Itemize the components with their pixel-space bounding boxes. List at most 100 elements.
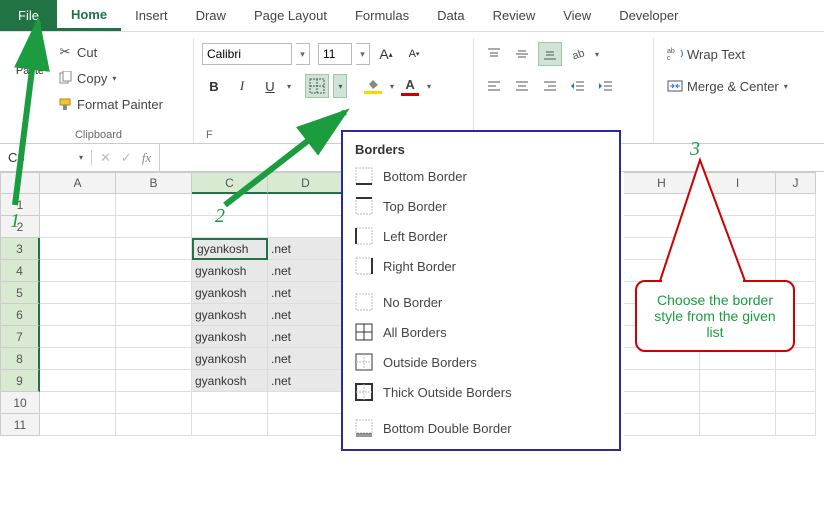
- row-header[interactable]: 2: [0, 216, 40, 238]
- menu-right-border[interactable]: Right Border: [345, 251, 617, 281]
- cell[interactable]: [40, 260, 116, 282]
- cell[interactable]: [776, 216, 816, 238]
- cell[interactable]: [268, 216, 344, 238]
- row-header[interactable]: 3: [0, 238, 40, 260]
- cell[interactable]: [116, 216, 192, 238]
- decrease-font-button[interactable]: A▾: [402, 42, 426, 66]
- cell[interactable]: [624, 414, 700, 436]
- fx-icon[interactable]: fx: [142, 150, 151, 166]
- cell[interactable]: [40, 348, 116, 370]
- borders-dropdown[interactable]: ▾: [333, 74, 347, 98]
- cell[interactable]: [116, 282, 192, 304]
- cell[interactable]: [116, 326, 192, 348]
- col-header-d[interactable]: D: [268, 172, 344, 194]
- italic-button[interactable]: I: [230, 74, 254, 98]
- align-middle-button[interactable]: [510, 42, 534, 66]
- cell[interactable]: [192, 216, 268, 238]
- align-bottom-button[interactable]: [538, 42, 562, 66]
- cell[interactable]: [116, 414, 192, 436]
- tab-home[interactable]: Home: [57, 1, 121, 31]
- select-all-corner[interactable]: [0, 172, 40, 194]
- cell[interactable]: [700, 414, 776, 436]
- cell[interactable]: [776, 370, 816, 392]
- menu-outside-borders[interactable]: Outside Borders: [345, 347, 617, 377]
- fill-color-button[interactable]: [361, 74, 385, 98]
- menu-thick-outside-borders[interactable]: Thick Outside Borders: [345, 377, 617, 407]
- cell[interactable]: .net: [268, 348, 344, 370]
- cell[interactable]: [116, 194, 192, 216]
- cell[interactable]: [700, 238, 776, 260]
- underline-button[interactable]: U: [258, 74, 282, 98]
- cell[interactable]: [776, 414, 816, 436]
- menu-top-border[interactable]: Top Border: [345, 191, 617, 221]
- align-top-button[interactable]: [482, 42, 506, 66]
- col-header-c[interactable]: C: [192, 172, 268, 194]
- cell[interactable]: [624, 216, 700, 238]
- cell[interactable]: [776, 392, 816, 414]
- menu-no-border[interactable]: No Border: [345, 287, 617, 317]
- cell[interactable]: gyankosh: [192, 304, 268, 326]
- cell[interactable]: .net: [268, 370, 344, 392]
- cell[interactable]: [116, 370, 192, 392]
- merge-center-button[interactable]: Merge & Center ▾: [662, 74, 793, 98]
- cell[interactable]: [268, 194, 344, 216]
- underline-dropdown[interactable]: ▾: [287, 82, 291, 91]
- tab-formulas[interactable]: Formulas: [341, 2, 423, 29]
- wrap-text-button[interactable]: abc Wrap Text: [662, 42, 750, 66]
- cell[interactable]: [116, 348, 192, 370]
- bold-button[interactable]: B: [202, 74, 226, 98]
- cell[interactable]: [624, 260, 700, 282]
- cell[interactable]: [268, 392, 344, 414]
- menu-bottom-border[interactable]: Bottom Border: [345, 161, 617, 191]
- cell[interactable]: [192, 392, 268, 414]
- cell[interactable]: gyankosh: [192, 238, 268, 260]
- name-box[interactable]: C3 ▾: [0, 150, 92, 165]
- font-color-dropdown[interactable]: ▾: [427, 82, 431, 91]
- cell[interactable]: [624, 392, 700, 414]
- cell[interactable]: [40, 392, 116, 414]
- align-left-button[interactable]: [482, 74, 506, 98]
- enter-formula-icon[interactable]: ✓: [121, 150, 132, 166]
- format-painter-button[interactable]: Format Painter: [52, 92, 168, 116]
- tab-developer[interactable]: Developer: [605, 2, 692, 29]
- tab-draw[interactable]: Draw: [182, 2, 240, 29]
- cell[interactable]: [700, 370, 776, 392]
- cell[interactable]: [40, 304, 116, 326]
- col-header-i[interactable]: I: [700, 172, 776, 194]
- increase-font-button[interactable]: A▴: [374, 42, 398, 66]
- cell[interactable]: [40, 216, 116, 238]
- cut-button[interactable]: ✂ Cut: [52, 40, 168, 64]
- col-header-j[interactable]: J: [776, 172, 816, 194]
- font-name-dropdown[interactable]: ▾: [296, 43, 310, 65]
- tab-file[interactable]: File: [0, 0, 57, 31]
- cell[interactable]: [116, 392, 192, 414]
- decrease-indent-button[interactable]: [566, 74, 590, 98]
- cell[interactable]: [268, 414, 344, 436]
- menu-all-borders[interactable]: All Borders: [345, 317, 617, 347]
- font-size-input[interactable]: [318, 43, 352, 65]
- cell[interactable]: [40, 238, 116, 260]
- menu-bottom-double-border[interactable]: Bottom Double Border: [345, 413, 617, 443]
- col-header-b[interactable]: B: [116, 172, 192, 194]
- orientation-button[interactable]: ab: [566, 42, 590, 66]
- cell[interactable]: [40, 326, 116, 348]
- cell[interactable]: .net: [268, 282, 344, 304]
- cell[interactable]: gyankosh: [192, 282, 268, 304]
- row-header[interactable]: 7: [0, 326, 40, 348]
- align-right-button[interactable]: [538, 74, 562, 98]
- row-header[interactable]: 1: [0, 194, 40, 216]
- tab-insert[interactable]: Insert: [121, 2, 182, 29]
- cell[interactable]: [116, 304, 192, 326]
- row-header[interactable]: 10: [0, 392, 40, 414]
- orientation-dropdown[interactable]: ▾: [595, 50, 599, 59]
- copy-button[interactable]: Copy ▾: [52, 66, 168, 90]
- cell[interactable]: [776, 260, 816, 282]
- cell[interactable]: [624, 370, 700, 392]
- cell[interactable]: .net: [268, 260, 344, 282]
- tab-view[interactable]: View: [549, 2, 605, 29]
- cell[interactable]: [40, 194, 116, 216]
- font-size-dropdown[interactable]: ▾: [356, 43, 370, 65]
- cell[interactable]: [116, 260, 192, 282]
- cell[interactable]: [700, 216, 776, 238]
- increase-indent-button[interactable]: [594, 74, 618, 98]
